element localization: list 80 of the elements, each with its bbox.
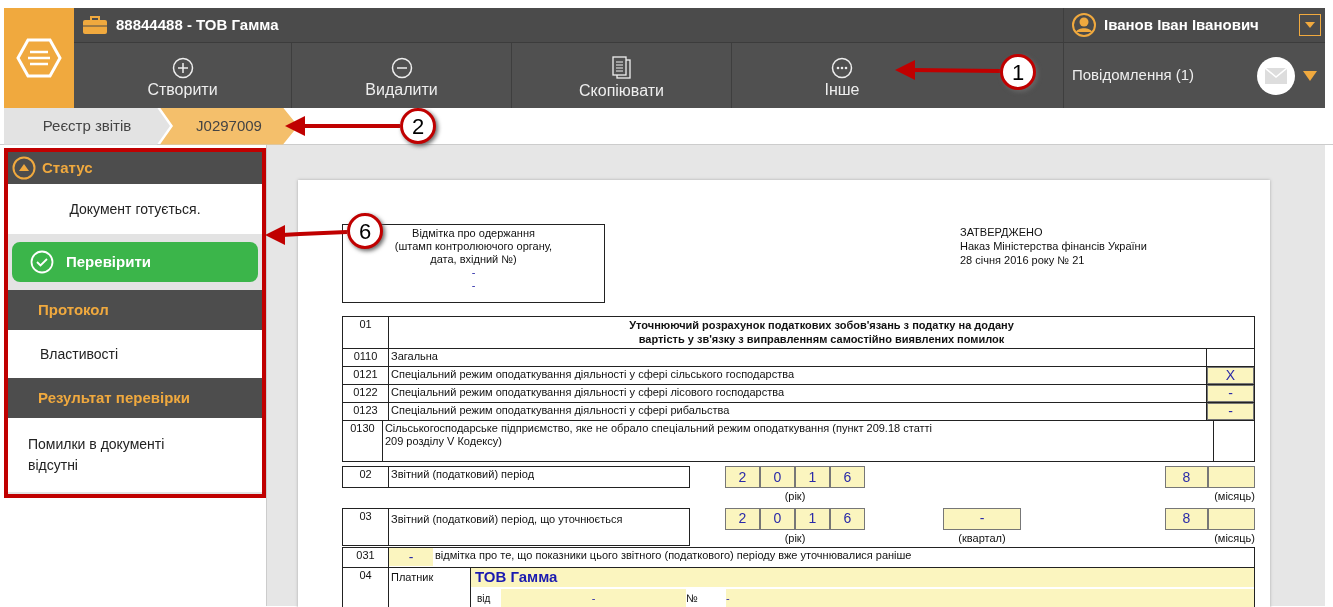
input-cell: 2 <box>725 507 760 530</box>
input-cell: - <box>389 548 433 566</box>
label-cell: Загальна <box>389 349 1207 366</box>
company-name: 88844488 - ТОВ Гамма <box>116 14 279 35</box>
mail-button[interactable] <box>1257 56 1295 95</box>
envelope-icon <box>1265 67 1287 84</box>
input-cell: 0 <box>760 466 795 488</box>
breadcrumb-tab[interactable]: Реєстр звітів <box>4 107 170 145</box>
mark-cell: - <box>1207 385 1254 402</box>
code-cell: 0110 <box>343 349 389 366</box>
code-cell: 02 <box>343 467 389 487</box>
code-cell: 01 <box>343 317 389 348</box>
user-menu[interactable]: Іванов Іван Іванович <box>1064 12 1265 38</box>
approval-text: 28 січня 2016 року № 21 <box>960 253 1086 267</box>
field-label: від <box>476 591 492 606</box>
code-cell: 0122 <box>343 385 389 402</box>
input-cell: 1 <box>795 507 830 530</box>
field-caption: (місяць) <box>1213 530 1255 546</box>
properties-link[interactable]: Властивості <box>40 343 119 365</box>
briefcase-icon <box>82 15 108 35</box>
input-cell <box>1208 507 1255 530</box>
approval-text: ЗАТВЕРДЖЕНО <box>960 225 1044 239</box>
input-cell: - <box>943 507 1021 530</box>
payer-name: ТОВ Гамма <box>471 568 1254 588</box>
user-avatar-icon <box>1072 13 1096 37</box>
caret-icon <box>1303 70 1317 81</box>
toolbar-button[interactable]: Інше <box>732 43 952 108</box>
stamp-text: (штамп контролюючого органу, <box>394 240 553 253</box>
input-cell: 1 <box>795 466 830 488</box>
section-header[interactable]: Статус <box>8 152 262 184</box>
status-text: Документ готується. <box>69 199 201 219</box>
input-cell: - <box>726 589 1254 607</box>
messages-link[interactable]: Повідомлення (1) <box>1064 63 1201 88</box>
input-cell: - <box>501 589 686 607</box>
field-caption: (квартал) <box>957 530 1007 546</box>
approval-text: Наказ Міністерства фінансів України <box>960 239 1147 253</box>
section-header[interactable]: Протокол <box>8 290 262 330</box>
stamp-value: - <box>471 266 476 279</box>
dropdown-button[interactable] <box>1299 14 1321 36</box>
code-cell: 0121 <box>343 367 389 384</box>
code-cell: 0123 <box>343 403 389 420</box>
input-cell: 6 <box>830 466 865 488</box>
messages-dropdown[interactable] <box>1303 70 1317 81</box>
label-cell-text: Звітний (податковий) період, що уточнюється <box>390 511 624 527</box>
label-cell: Сільськогосподарське підприємство, яке не обрало спеціальний режим оподаткування (пункт 209.18 статті 209 розділу V Кодексу) <box>382 421 1214 461</box>
status-text: Помилки в документі відсутні <box>28 435 166 475</box>
input-cell <box>1208 466 1255 488</box>
code-cell: 04 <box>343 568 389 607</box>
check-circle-icon <box>30 250 54 274</box>
stamp-text: Відмітка про одержання <box>412 227 535 240</box>
toolbar-button[interactable]: Скопіювати <box>512 43 732 108</box>
document-copy-icon <box>610 56 633 81</box>
code-cell: 03 <box>343 508 389 545</box>
input-cell: 2 <box>725 466 760 488</box>
mark-cell: X <box>1207 367 1254 384</box>
mark-cell: - <box>1207 403 1254 420</box>
field-label: № <box>686 590 699 606</box>
form-title: Уточнюючий розрахунок податкових зобов'язань з податку на додану <box>629 318 1014 332</box>
stamp-text: дата, вхідний №) <box>430 253 517 266</box>
field-caption: (рік) <box>783 489 807 504</box>
minus-circle-icon <box>390 57 413 80</box>
toolbar-button[interactable]: Видалити <box>292 43 512 108</box>
section-header[interactable]: Результат перевірки <box>8 378 262 418</box>
plus-circle-icon <box>171 57 194 80</box>
collapse-icon <box>12 156 36 180</box>
label-cell-text: Звітний (податковий) період <box>390 467 536 482</box>
hexagon-menu-icon <box>16 38 62 78</box>
input-cell: 8 <box>1165 466 1208 488</box>
form-title: вартість у зв'язку з виправленням самостійно виявлених помилок <box>638 332 1005 346</box>
stamp-value: - <box>471 279 476 292</box>
code-cell: 0130 <box>343 421 383 461</box>
label-cell-text: відмітка про те, що показники цього звітного (податкового) періоду вже уточнювалися раніше <box>434 548 913 563</box>
caret-icon <box>1305 22 1315 28</box>
field-caption: (місяць) <box>1213 489 1255 504</box>
input-cell: 0 <box>760 507 795 530</box>
callout-number: 2 <box>400 108 436 144</box>
input-cell: 8 <box>1165 507 1208 530</box>
ellipsis-circle-icon <box>831 57 853 80</box>
input-cell: 6 <box>830 507 865 530</box>
field-caption: (рік) <box>783 530 807 546</box>
